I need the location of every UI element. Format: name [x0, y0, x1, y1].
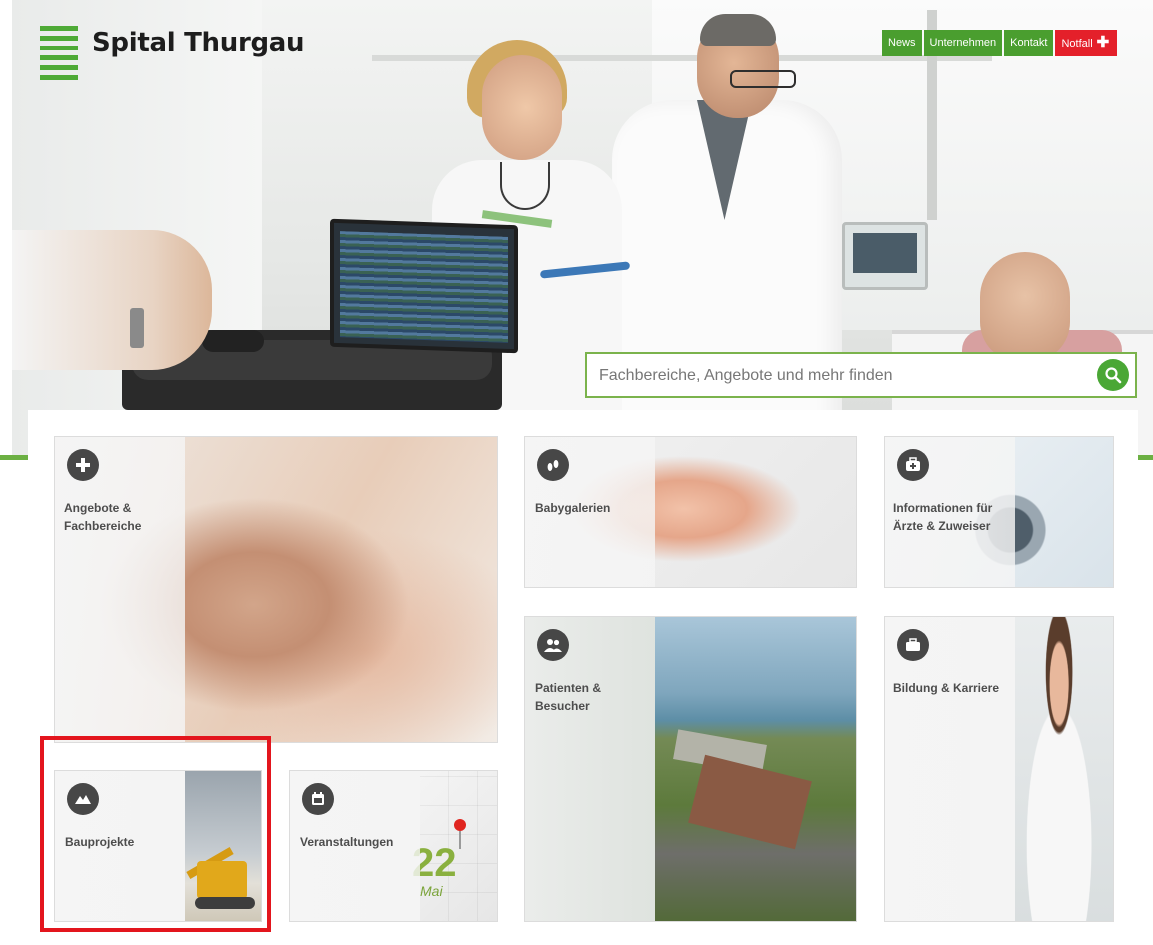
briefcase-icon [897, 629, 929, 661]
nav-unternehmen[interactable]: Unternehmen [923, 30, 1003, 56]
search-box [585, 352, 1137, 398]
staff-photo [1015, 617, 1113, 921]
top-nav: News Unternehmen Kontakt Notfall ✚ [882, 30, 1118, 56]
footprints-icon [537, 449, 569, 481]
tile-patienten-line1: Patienten & [535, 681, 602, 695]
tile-angebote-line1: Angebote & [64, 501, 132, 515]
nav-notfall[interactable]: Notfall ✚ [1055, 30, 1118, 56]
search-icon [1105, 367, 1122, 384]
site-logo[interactable]: Spital Thurgau [40, 26, 305, 80]
people-icon [537, 629, 569, 661]
tile-aerzte[interactable]: Informationen für Ärzte & Zuweiser [884, 436, 1114, 588]
tile-fade [55, 437, 185, 742]
tile-angebote-label: Angebote & Fachbereiche [64, 499, 141, 535]
logo-stripes-icon [40, 26, 78, 80]
tile-patienten[interactable]: Patienten & Besucher [524, 616, 857, 922]
medical-bag-icon [897, 449, 929, 481]
plus-icon: ✚ [1096, 34, 1110, 51]
calendar-photo: 22 Mai [412, 771, 497, 921]
tile-patienten-line2: Besucher [535, 699, 590, 713]
search-input[interactable] [597, 354, 1081, 398]
calendar-month: Mai [420, 883, 443, 899]
nav-notfall-label: Notfall [1061, 38, 1093, 50]
tile-bau-label: Bauprojekte [65, 835, 135, 849]
tile-veranstaltungen[interactable]: 22 Mai Veranstaltungen [289, 770, 498, 922]
hero-nurse-head [482, 55, 562, 160]
tile-angebote-line2: Fachbereiche [64, 519, 142, 533]
tile-bildung-label: Bildung & Karriere [893, 681, 1000, 695]
logo-text: Spital Thurgau [92, 28, 305, 58]
tile-angebote[interactable]: Angebote & Fachbereiche [54, 436, 498, 743]
hero-glasses [730, 70, 796, 88]
map-pin-icon [454, 819, 466, 831]
calendar-icon [302, 783, 334, 815]
aerial-photo [655, 617, 856, 921]
tile-fade [885, 617, 1015, 921]
tile-aerzte-line2: Ärzte & Zuweiser [893, 519, 991, 533]
plus-circle-icon [67, 449, 99, 481]
hero-doctor-hair [700, 14, 776, 46]
hills-icon [67, 783, 99, 815]
tile-babygalerien[interactable]: Babygalerien [524, 436, 857, 588]
excavator-photo [185, 771, 261, 921]
hero-watch [130, 308, 144, 348]
tile-fade [525, 617, 655, 921]
hero-mouse [202, 330, 264, 352]
nav-kontakt[interactable]: Kontakt [1004, 30, 1054, 56]
hero-arm [12, 230, 212, 370]
tile-events-label: Veranstaltungen [300, 835, 394, 849]
search-button[interactable] [1097, 359, 1129, 391]
hero-laptop [330, 218, 518, 354]
hero-monitor [842, 222, 928, 290]
tile-bauprojekte[interactable]: Bauprojekte [54, 770, 262, 922]
nav-news[interactable]: News [882, 30, 922, 56]
tile-aerzte-line1: Informationen für [893, 501, 993, 515]
tile-aerzte-label: Informationen für Ärzte & Zuweiser [893, 499, 992, 535]
hero-patient-head [980, 252, 1070, 362]
tile-baby-label: Babygalerien [535, 501, 611, 515]
tile-patienten-label: Patienten & Besucher [535, 679, 601, 715]
tile-bildung[interactable]: Bildung & Karriere [884, 616, 1114, 922]
hero-necklace [500, 162, 550, 210]
